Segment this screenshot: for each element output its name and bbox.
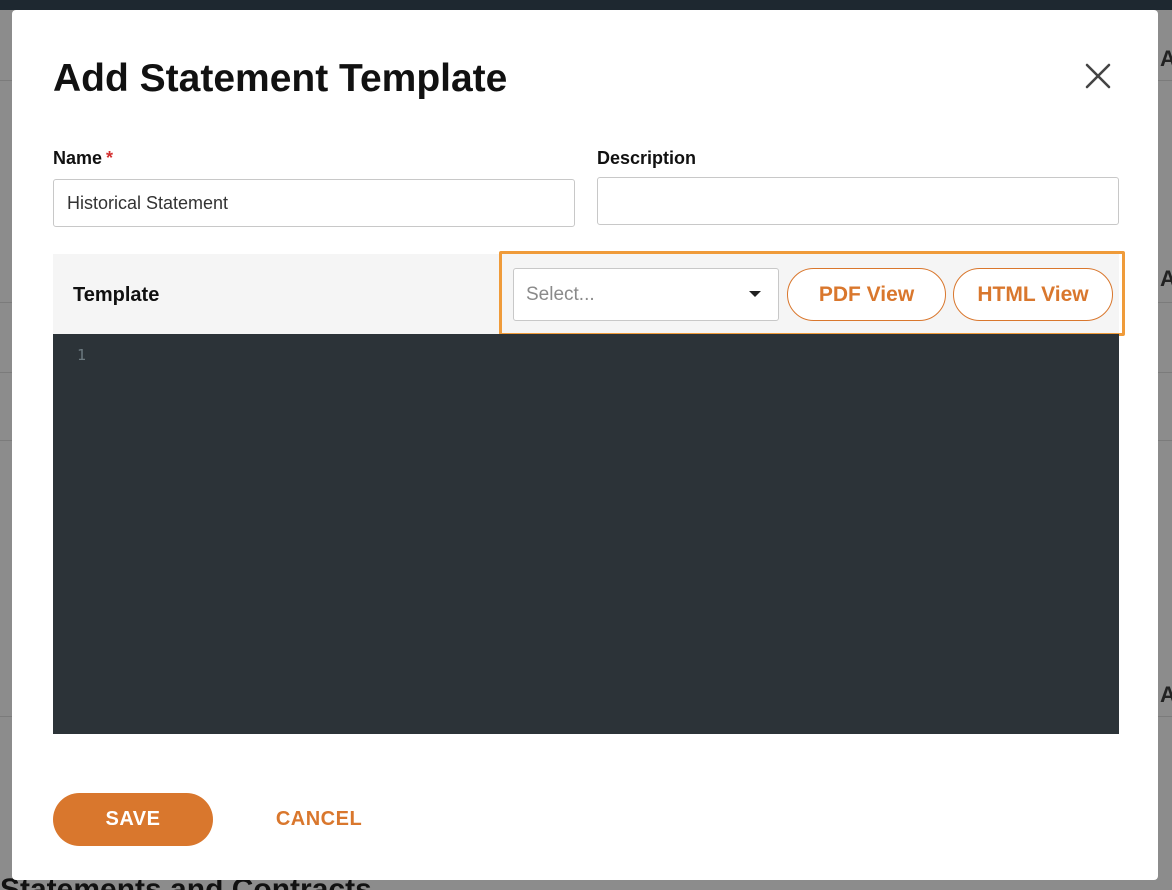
background-topbar xyxy=(0,0,1172,10)
description-label: Description xyxy=(597,148,697,168)
add-statement-template-modal: Add Statement Template Name* Description… xyxy=(12,10,1158,880)
description-input[interactable] xyxy=(597,177,1119,225)
background-edge-text: A xyxy=(1160,266,1172,291)
background-edge-text: A xyxy=(1160,46,1172,71)
name-label: Name * xyxy=(53,147,113,169)
close-icon xyxy=(1085,63,1111,89)
cancel-button[interactable]: CANCEL xyxy=(266,793,372,846)
required-marker: * xyxy=(106,148,114,168)
modal-title: Add Statement Template xyxy=(53,57,508,100)
close-button[interactable] xyxy=(1078,56,1118,96)
editor-line-number: 1 xyxy=(77,346,87,364)
name-label-text: Name xyxy=(53,148,103,168)
background-edge-text: A xyxy=(1160,682,1172,707)
template-code-editor[interactable]: 1 xyxy=(53,334,1119,734)
save-button[interactable]: SAVE xyxy=(53,793,213,846)
template-label: Template xyxy=(73,284,160,306)
view-controls-highlight xyxy=(499,251,1125,336)
name-input[interactable] xyxy=(53,179,575,227)
